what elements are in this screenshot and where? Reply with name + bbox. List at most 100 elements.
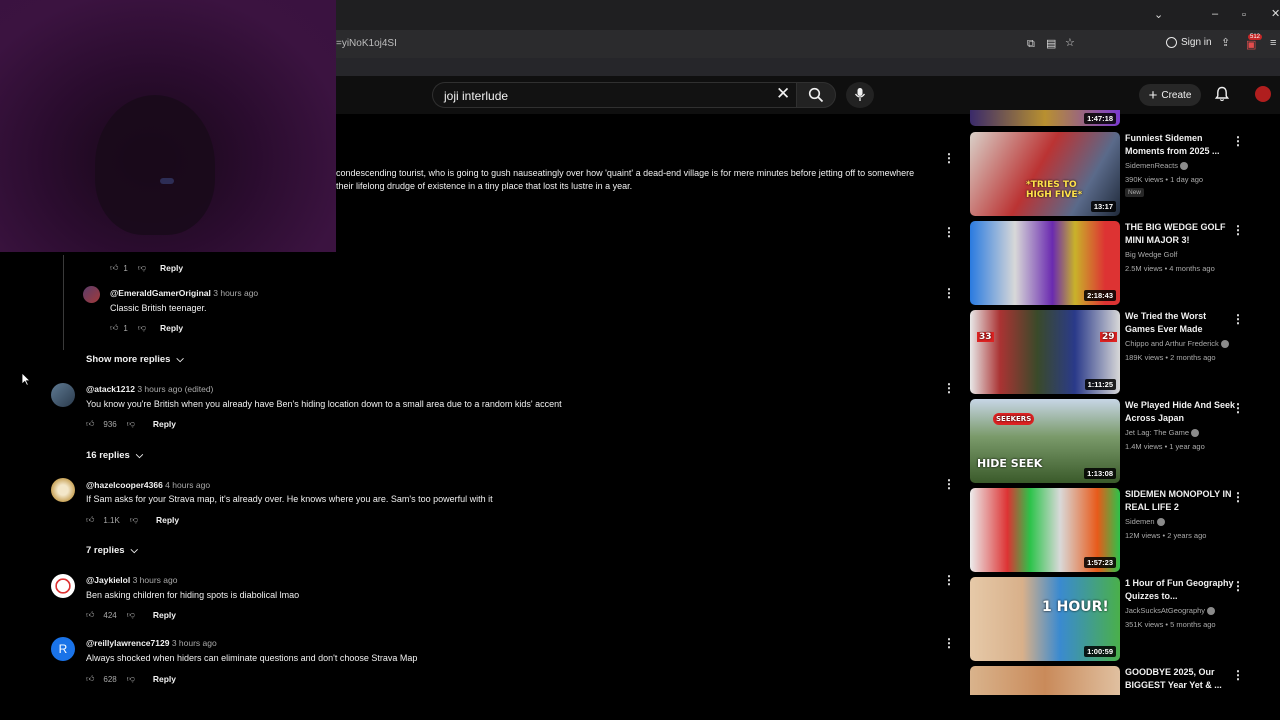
extensions-icon[interactable]: ⇪ [1221,37,1230,49]
thumbs-down-icon[interactable]: 👎︎ [127,610,135,620]
video-menu-icon[interactable]: ⋮ [1232,134,1244,148]
recommended-video[interactable]: SEEKERS HIDE SEEK 1:13:08 We Played Hide… [970,399,1270,483]
comment-menu-icon[interactable]: ⋮ [943,226,955,238]
video-title[interactable]: GOODBYE 2025, Our BIGGEST Year Yet & ... [1125,666,1237,692]
thumbs-up-icon[interactable]: 👍︎ [86,419,94,429]
comment-menu-icon[interactable]: ⋮ [943,478,955,490]
avatar[interactable] [83,286,100,303]
thumbs-up-icon[interactable]: 👍︎ [86,610,94,620]
channel-name[interactable]: Big Wedge Golf [1125,250,1177,259]
thumbs-up-icon[interactable]: 👍︎ [110,263,118,273]
minimize-icon[interactable]: – [1212,8,1218,20]
comment-author[interactable]: @atack1212 [86,384,135,394]
avatar[interactable] [51,383,75,407]
recommended-video-partial[interactable]: 1:47:18 [970,110,1270,126]
recommended-video[interactable]: GOODBYE 2025, Our BIGGEST Year Yet & ...… [970,666,1270,695]
video-title[interactable]: We Played Hide And Seek Across Japan [1125,399,1237,425]
video-menu-icon[interactable]: ⋮ [1232,401,1244,415]
channel-name[interactable]: Chippo and Arthur Frederick [1125,339,1219,348]
close-window-icon[interactable]: ✕ [1271,8,1280,20]
channel-name[interactable]: Sidemen [1125,517,1155,526]
search-button[interactable] [796,82,836,108]
comment-time[interactable]: 4 hours ago [165,480,210,490]
video-title[interactable]: SIDEMEN MONOPOLY IN REAL LIFE 2 [1125,488,1237,514]
video-thumbnail[interactable]: SEEKERS HIDE SEEK 1:13:08 [970,399,1120,483]
comment-menu-icon[interactable]: ⋮ [943,152,955,164]
reader-mode-icon[interactable]: ▤ [1046,38,1056,50]
comment-author[interactable]: @reillylawrence7129 [86,638,169,648]
thumbs-down-icon[interactable]: 👎︎ [127,674,135,684]
replies-toggle-button[interactable]: 7 replies ⌵ [86,545,138,556]
comment-menu-icon[interactable]: ⋮ [943,287,955,299]
comment-time[interactable]: 3 hours ago [133,575,178,585]
video-menu-icon[interactable]: ⋮ [1232,668,1244,682]
channel-name[interactable]: Jet Lag: The Game [1125,428,1189,437]
comment-author[interactable]: @Jaykielol [86,575,130,585]
channel-name[interactable]: SidemenReacts [1125,161,1178,170]
thumbs-down-icon[interactable]: 👎︎ [130,515,138,525]
video-channel[interactable]: Sidemen [1125,517,1165,527]
comment-menu-icon[interactable]: ⋮ [943,637,955,649]
comment-time[interactable]: 3 hours ago [172,638,217,648]
video-channel[interactable]: SidemenReacts [1125,161,1188,171]
video-thumbnail[interactable]: 33 29 1:11:25 [970,310,1120,394]
browser-sign-in-button[interactable]: Sign in [1166,37,1212,48]
voice-search-button[interactable] [846,82,874,108]
reply-button[interactable]: Reply [160,263,183,273]
thumbs-up-icon[interactable]: 👍︎ [86,674,94,684]
video-title[interactable]: Funniest Sidemen Moments from 2025 ... [1125,132,1237,158]
reply-button[interactable]: Reply [153,610,176,620]
create-button[interactable]: + Create [1139,84,1201,106]
search-query-text[interactable]: joji interlude [444,89,508,103]
avatar[interactable] [51,574,75,598]
clear-search-icon[interactable]: ✕ [776,85,790,103]
account-avatar[interactable] [1255,86,1271,102]
video-thumbnail[interactable]: 2:18:43 [970,221,1120,305]
comment-menu-icon[interactable]: ⋮ [943,574,955,586]
extension-icon[interactable]: ▣ [1246,39,1256,51]
browser-menu-icon[interactable]: ≡ [1270,37,1276,49]
recommended-video[interactable]: 2:18:43 THE BIG WEDGE GOLF MINI MAJOR 3!… [970,221,1270,305]
avatar[interactable] [51,478,75,502]
video-thumbnail[interactable] [970,666,1120,695]
video-menu-icon[interactable]: ⋮ [1232,579,1244,593]
restore-icon[interactable]: ▫ [1242,9,1246,21]
tab-list-chevron-icon[interactable]: ⌄ [1154,9,1163,21]
video-thumbnail[interactable]: 1:47:18 [970,110,1120,126]
thumbs-down-icon[interactable]: 👎︎ [138,263,146,273]
replies-toggle-button[interactable]: 16 replies ⌵ [86,450,143,461]
recommended-video[interactable]: *TRIES TO HIGH FIVE* 13:17 Funniest Side… [970,132,1270,216]
video-title[interactable]: We Tried the Worst Games Ever Made [1125,310,1237,336]
avatar[interactable]: R [51,637,75,661]
picture-in-picture-icon[interactable]: ⧉ [1027,38,1035,50]
video-thumbnail[interactable]: 1:57:23 [970,488,1120,572]
comment-time[interactable]: 3 hours ago [213,288,258,298]
recommended-video[interactable]: 33 29 1:11:25 We Tried the Worst Games E… [970,310,1270,394]
reply-button[interactable]: Reply [156,515,179,525]
comment-author[interactable]: @EmeraldGamerOriginal [110,288,211,298]
video-menu-icon[interactable]: ⋮ [1232,490,1244,504]
thumbs-down-icon[interactable]: 👎︎ [138,323,146,333]
comment-time[interactable]: 3 hours ago (edited) [137,384,213,394]
comment-author[interactable]: @hazelcooper4366 [86,480,163,490]
channel-name[interactable]: JackSucksAtGeography [1125,606,1205,615]
video-channel[interactable]: Chippo and Arthur Frederick [1125,339,1229,349]
thumbs-up-icon[interactable]: 👍︎ [110,323,118,333]
show-more-replies-button[interactable]: Show more replies ⌵ [86,354,184,365]
url-text[interactable]: =yiNoK1oj4SI [336,38,397,49]
video-menu-icon[interactable]: ⋮ [1232,312,1244,326]
thumbs-down-icon[interactable]: 👎︎ [127,419,135,429]
comment-menu-icon[interactable]: ⋮ [943,382,955,394]
recommended-video[interactable]: 1 HOUR! 1:00:59 1 Hour of Fun Geography … [970,577,1270,661]
notifications-bell-icon[interactable] [1214,86,1230,102]
reply-button[interactable]: Reply [160,323,183,333]
video-channel[interactable]: Jet Lag: The Game [1125,428,1200,438]
bookmark-star-icon[interactable]: ☆ [1065,37,1075,49]
video-thumbnail[interactable]: *TRIES TO HIGH FIVE* 13:17 [970,132,1120,216]
reply-button[interactable]: Reply [153,674,176,684]
video-channel[interactable]: JackSucksAtGeography [1125,606,1216,616]
recommended-video[interactable]: 1:57:23 SIDEMEN MONOPOLY IN REAL LIFE 2 … [970,488,1270,572]
video-menu-icon[interactable]: ⋮ [1232,223,1244,237]
reply-button[interactable]: Reply [153,419,176,429]
video-title[interactable]: THE BIG WEDGE GOLF MINI MAJOR 3! [1125,221,1237,247]
